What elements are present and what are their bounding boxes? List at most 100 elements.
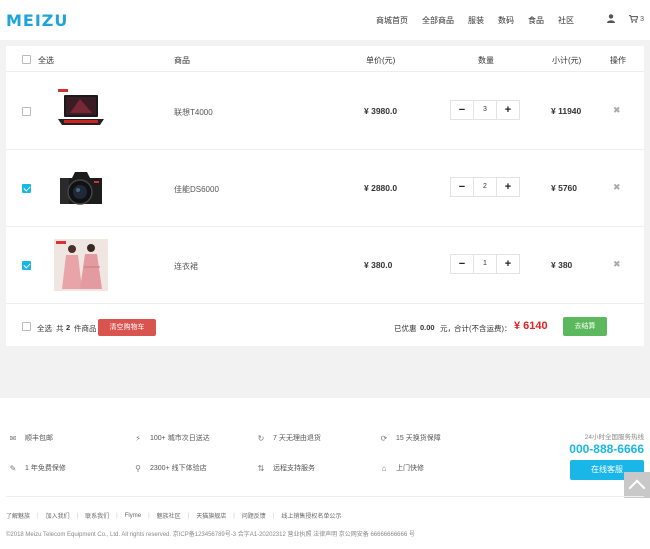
service-item[interactable]: ⌂ 上门快修 [380, 463, 424, 473]
footer-links: 了解魅族 | 加入我们 | 联系我们 | Flyme | 魅族社区 | 天猫旗舰店 | 问题… [6, 511, 341, 521]
top-header: MEIZU 商城首页 全部商品 服装 数码 食品 社区 3 [0, 0, 650, 40]
cart-panel: 全选 商品 单价(元) 数量 小计(元) 操作 联想T4000 ¥ 3980.0… [6, 46, 644, 346]
refresh-icon: ↻ [257, 433, 265, 443]
service-label: 顺丰包邮 [25, 435, 53, 442]
quantity-input[interactable]: 1 [473, 255, 497, 273]
quantity-stepper: − 1 + [450, 254, 520, 274]
service-item[interactable]: ⟳ 15 天换货保障 [380, 433, 441, 443]
service-label: 远程支持服务 [273, 465, 315, 472]
footer-select-all-checkbox[interactable] [22, 322, 31, 331]
item-checkbox[interactable] [22, 107, 31, 116]
footer-link[interactable]: 魅族社区 [157, 511, 181, 520]
link-separator: | [148, 512, 150, 519]
discount-amount: 0.00 [420, 323, 435, 332]
link-separator: | [272, 512, 275, 519]
nav-item-clothing[interactable]: 服装 [468, 15, 484, 26]
unit-price: ¥ 380.0 [364, 260, 393, 270]
footer-link[interactable]: 问题反馈 [242, 511, 266, 520]
link-separator: | [116, 512, 118, 519]
unit-price: ¥ 2880.0 [364, 183, 398, 193]
location-icon: ⚲ [135, 463, 141, 473]
service-item[interactable]: ✎ 1 年免费保修 [9, 463, 66, 473]
hotline-phone: 000-888-6666 [569, 442, 644, 456]
unit-price: ¥ 3980.0 [364, 106, 398, 116]
service-label: 100+ 城市次日送达 [150, 435, 210, 442]
product-image-laptop[interactable] [54, 85, 108, 137]
product-name[interactable]: 联想T4000 [174, 107, 213, 118]
header-action: 操作 [610, 56, 626, 65]
delete-icon[interactable]: ✖ [613, 105, 621, 116]
footer-link[interactable]: 线上销售授权名单公示 [281, 511, 341, 520]
mail-icon: ✉ [9, 433, 17, 443]
site-footer: ✉ 顺丰包邮 ⚡ 100+ 城市次日送达 ↻ 7 天无理由退货 ⟳ 15 天换货… [0, 398, 650, 549]
nav-item-home[interactable]: 商城首页 [376, 15, 408, 26]
decrease-button[interactable]: − [451, 101, 473, 119]
cart-row: 联想T4000 ¥ 3980.0 − 3 + ¥ 11940 ✖ [6, 73, 644, 150]
header-subtotal: 小计(元) [552, 56, 582, 65]
service-label: 1 年免费保修 [25, 465, 66, 472]
user-icon[interactable] [607, 14, 616, 25]
increase-button[interactable]: + [497, 101, 519, 119]
product-name[interactable]: 佳能DS6000 [174, 184, 219, 195]
quantity-stepper: − 3 + [450, 100, 520, 120]
cart-row: 连衣裙 ¥ 380.0 − 1 + ¥ 380 ✖ [6, 227, 644, 304]
cart-icon[interactable] [629, 14, 639, 25]
service-item[interactable]: ✉ 顺丰包邮 [9, 433, 53, 443]
header-unit-price: 单价(元) [366, 56, 396, 65]
subtotal: ¥ 380 [551, 260, 573, 270]
hotline-title: 24小时全国服务热线 [584, 434, 644, 441]
quantity-input[interactable]: 2 [473, 178, 497, 196]
meizu-logo[interactable]: MEIZU [6, 11, 68, 30]
product-name[interactable]: 连衣裙 [174, 261, 198, 272]
count-prefix: 共 [56, 324, 64, 333]
quantity-input[interactable]: 3 [473, 101, 497, 119]
nav-item-food[interactable]: 食品 [528, 15, 544, 26]
nav-item-community[interactable]: 社区 [558, 15, 574, 26]
nav-item-digital[interactable]: 数码 [498, 15, 514, 26]
cart-table-header: 全选 商品 单价(元) 数量 小计(元) 操作 [6, 46, 644, 72]
increase-button[interactable]: + [497, 178, 519, 196]
decrease-button[interactable]: − [451, 255, 473, 273]
service-item[interactable]: ⚡ 100+ 城市次日送达 [134, 433, 210, 443]
item-checkbox[interactable] [22, 261, 31, 270]
decrease-button[interactable]: − [451, 178, 473, 196]
home-icon: ⌂ [381, 463, 387, 473]
service-item[interactable]: ↻ 7 天无理由退货 [257, 433, 321, 443]
subtotal: ¥ 5760 [551, 183, 577, 193]
service-label: 15 天换货保障 [396, 435, 441, 442]
service-item[interactable]: ⇅ 远程支持服务 [257, 463, 315, 473]
footer-link[interactable]: 天猫旗舰店 [196, 511, 226, 520]
nav-item-all-products[interactable]: 全部商品 [422, 15, 454, 26]
clear-cart-button[interactable]: 清空购物车 [98, 319, 156, 336]
main-nav: 商城首页 全部商品 服装 数码 食品 社区 [362, 15, 574, 26]
back-to-top-icon[interactable] [624, 472, 650, 498]
total-label: 合计(不含运费)： [454, 324, 512, 333]
footer-link[interactable]: Flyme [125, 513, 141, 519]
delete-icon[interactable]: ✖ [613, 259, 621, 270]
product-image-dress[interactable] [54, 239, 108, 291]
discount-label: 已优惠 [394, 324, 417, 333]
link-separator: | [187, 512, 190, 519]
checkout-button[interactable]: 去结算 [563, 317, 607, 336]
footer-link[interactable]: 联系我们 [85, 511, 109, 520]
sort-icon: ⇅ [257, 463, 265, 473]
header-quantity: 数量 [478, 56, 494, 65]
product-image-camera[interactable] [54, 162, 108, 214]
subtotal: ¥ 11940 [551, 106, 582, 116]
increase-button[interactable]: + [497, 255, 519, 273]
service-item[interactable]: ⚲ 2300+ 线下体验店 [134, 463, 207, 473]
item-checkbox[interactable] [22, 184, 31, 193]
service-label: 2300+ 线下体验店 [150, 465, 207, 472]
delete-icon[interactable]: ✖ [613, 182, 621, 193]
footer-link[interactable]: 加入我们 [46, 511, 70, 520]
lightning-icon: ⚡ [135, 433, 141, 443]
quantity-stepper: − 2 + [450, 177, 520, 197]
selected-count: 2 [66, 323, 71, 332]
link-separator: | [37, 512, 39, 519]
select-all-checkbox[interactable] [22, 55, 31, 64]
total-amount: ¥ 6140 [514, 320, 548, 332]
link-separator: | [233, 512, 235, 519]
copyright-text: ©2018 Meizu Telecom Equipment Co., Ltd. … [6, 532, 415, 538]
header-select-all: 全选 [38, 56, 54, 65]
footer-link[interactable]: 了解魅族 [6, 511, 30, 520]
